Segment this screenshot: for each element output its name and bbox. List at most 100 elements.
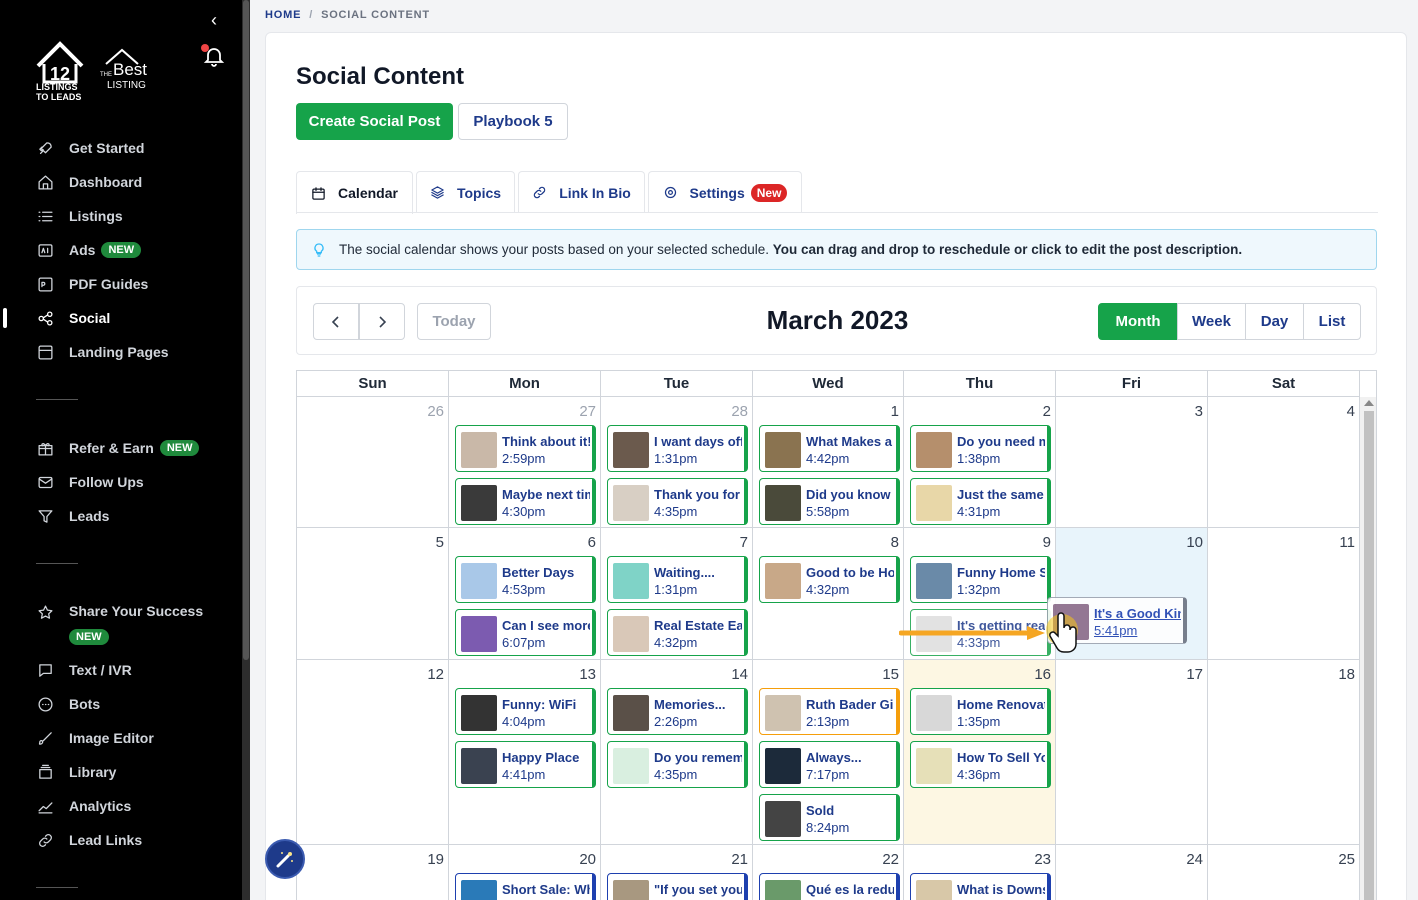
calendar-event[interactable]: Funny: WiFi 4:04pm [455,688,596,735]
sidebar-item-refer-earn[interactable]: Refer & Earn NEW [0,431,242,465]
magic-wand-button[interactable] [265,839,305,879]
sidebar-item-follow-ups[interactable]: Follow Ups [0,465,242,499]
sidebar-item-bots[interactable]: Bots [0,687,242,721]
sidebar-item-library[interactable]: Library [0,755,242,789]
day-number[interactable]: 10 [1186,534,1203,551]
calendar-event[interactable]: Better Days 4:53pm [455,556,596,603]
sidebar-item-share-your-success[interactable]: Share Your Success NEW [0,595,242,647]
sidebar-scrollbar[interactable] [242,0,250,900]
view-week-button[interactable]: Week [1177,303,1246,340]
calendar-event[interactable]: Happy Place 4:41pm [455,741,596,788]
day-number[interactable]: 16 [1034,666,1051,683]
sidebar-item-listings[interactable]: Listings [0,199,242,233]
create-social-post-button[interactable]: Create Social Post [296,103,453,140]
playbook-button[interactable]: Playbook 5 [458,103,568,140]
calendar-event[interactable]: Think about it! 2:59pm [455,425,596,472]
day-number[interactable]: 26 [427,403,444,420]
calendar-event[interactable]: What Makes a 4:42pm [759,425,900,472]
sidebar-item-text-ivr[interactable]: Text / IVR [0,653,242,687]
day-cell[interactable]: 19 [297,845,449,900]
day-number[interactable]: 9 [1043,534,1051,551]
sidebar-item-ads[interactable]: Ads NEW [0,233,242,267]
day-number[interactable]: 28 [731,403,748,420]
calendar-event[interactable]: Do you need m 1:38pm [910,425,1051,472]
day-number[interactable]: 15 [882,666,899,683]
sidebar-item-lead-links[interactable]: Lead Links [0,823,242,857]
sidebar-item-landing-pages[interactable]: Landing Pages [0,335,242,369]
sidebar-item-image-editor[interactable]: Image Editor [0,721,242,755]
calendar-event[interactable]: Just the same 4:31pm [910,478,1051,525]
day-cell[interactable]: 24 [1056,845,1208,900]
calendar-event[interactable]: Ruth Bader Gin 2:13pm [759,688,900,735]
collapse-sidebar-icon[interactable]: ‹ [204,10,224,30]
tab-calendar[interactable]: Calendar [296,171,413,214]
day-number[interactable]: 19 [427,851,444,868]
day-cell[interactable]: 4 [1208,397,1360,528]
calendar-event[interactable]: I want days off 1:31pm [607,425,748,472]
day-number[interactable]: 22 [882,851,899,868]
calendar-event[interactable]: What is Downs [910,873,1051,900]
calendar-event[interactable]: Sold 8:24pm [759,794,900,841]
day-number[interactable]: 8 [891,534,899,551]
calendar-event[interactable]: Maybe next time 4:30pm [455,478,596,525]
day-number[interactable]: 23 [1034,851,1051,868]
sidebar-item-pdf-guides[interactable]: PDF Guides [0,267,242,301]
day-cell[interactable]: 17 [1056,660,1208,845]
sidebar-item-analytics[interactable]: Analytics [0,789,242,823]
calendar-event[interactable]: Funny Home S 1:32pm [910,556,1051,603]
calendar-event[interactable]: Thank you for 4:35pm [607,478,748,525]
calendar-event[interactable]: "If you set you [607,873,748,900]
day-number[interactable]: 2 [1043,403,1051,420]
sidebar-item-dashboard[interactable]: Dashboard [0,165,242,199]
day-cell[interactable]: 12 [297,660,449,845]
day-number[interactable]: 4 [1347,403,1355,420]
day-number[interactable]: 24 [1186,851,1203,868]
sidebar-item-leads[interactable]: Leads [0,499,242,533]
day-number[interactable]: 14 [731,666,748,683]
day-cell[interactable]: 11 [1208,528,1360,660]
day-number[interactable]: 21 [731,851,748,868]
day-number[interactable]: 6 [588,534,596,551]
day-cell[interactable]: 26 [297,397,449,528]
tab-settings[interactable]: Settings New [648,171,802,213]
day-number[interactable]: 12 [427,666,444,683]
calendar-event[interactable]: Memories... 2:26pm [607,688,748,735]
view-list-button[interactable]: List [1303,303,1361,340]
day-number[interactable]: 1 [891,403,899,420]
day-number[interactable]: 11 [1339,534,1355,551]
day-number[interactable]: 7 [740,534,748,551]
calendar-event[interactable]: Good to be Ho 4:32pm [759,556,900,603]
event-thumbnail [765,748,801,784]
calendar-event[interactable]: Home Renovat 1:35pm [910,688,1051,735]
calendar-event[interactable]: Did you know 5:58pm [759,478,900,525]
calendar-scrollbar[interactable] [1360,397,1376,900]
sidebar-item-get-started[interactable]: Get Started [0,131,242,165]
calendar-event[interactable]: How To Sell Yo 4:36pm [910,741,1051,788]
day-cell[interactable]: 3 [1056,397,1208,528]
calendar-event[interactable]: Waiting.... 1:31pm [607,556,748,603]
tab-link-in-bio[interactable]: Link In Bio [518,171,645,213]
day-number[interactable]: 5 [436,534,444,551]
tab-topics[interactable]: Topics [416,171,515,213]
day-number[interactable]: 20 [579,851,596,868]
day-number[interactable]: 25 [1338,851,1355,868]
view-month-button[interactable]: Month [1098,303,1178,340]
calendar-event[interactable]: Do you remem 4:35pm [607,741,748,788]
day-cell[interactable]: 18 [1208,660,1360,845]
day-number[interactable]: 18 [1338,666,1355,683]
calendar-event[interactable]: Can I see more 6:07pm [455,609,596,656]
day-number[interactable]: 17 [1186,666,1203,683]
calendar-event[interactable]: Always... 7:17pm [759,741,900,788]
day-number[interactable]: 13 [579,666,596,683]
calendar-event[interactable]: Qué es la redu [759,873,900,900]
breadcrumb-home[interactable]: HOME [265,9,301,21]
day-cell[interactable]: 25 [1208,845,1360,900]
calendar-event[interactable]: Short Sale: Wh [455,873,596,900]
day-number[interactable]: 27 [579,403,596,420]
calendar-event[interactable]: Real Estate Eag 4:32pm [607,609,748,656]
view-day-button[interactable]: Day [1245,303,1304,340]
day-cell[interactable]: 5 [297,528,449,660]
day-number[interactable]: 3 [1195,403,1203,420]
event-thumbnail [461,695,497,731]
sidebar-item-social[interactable]: Social [0,301,242,335]
